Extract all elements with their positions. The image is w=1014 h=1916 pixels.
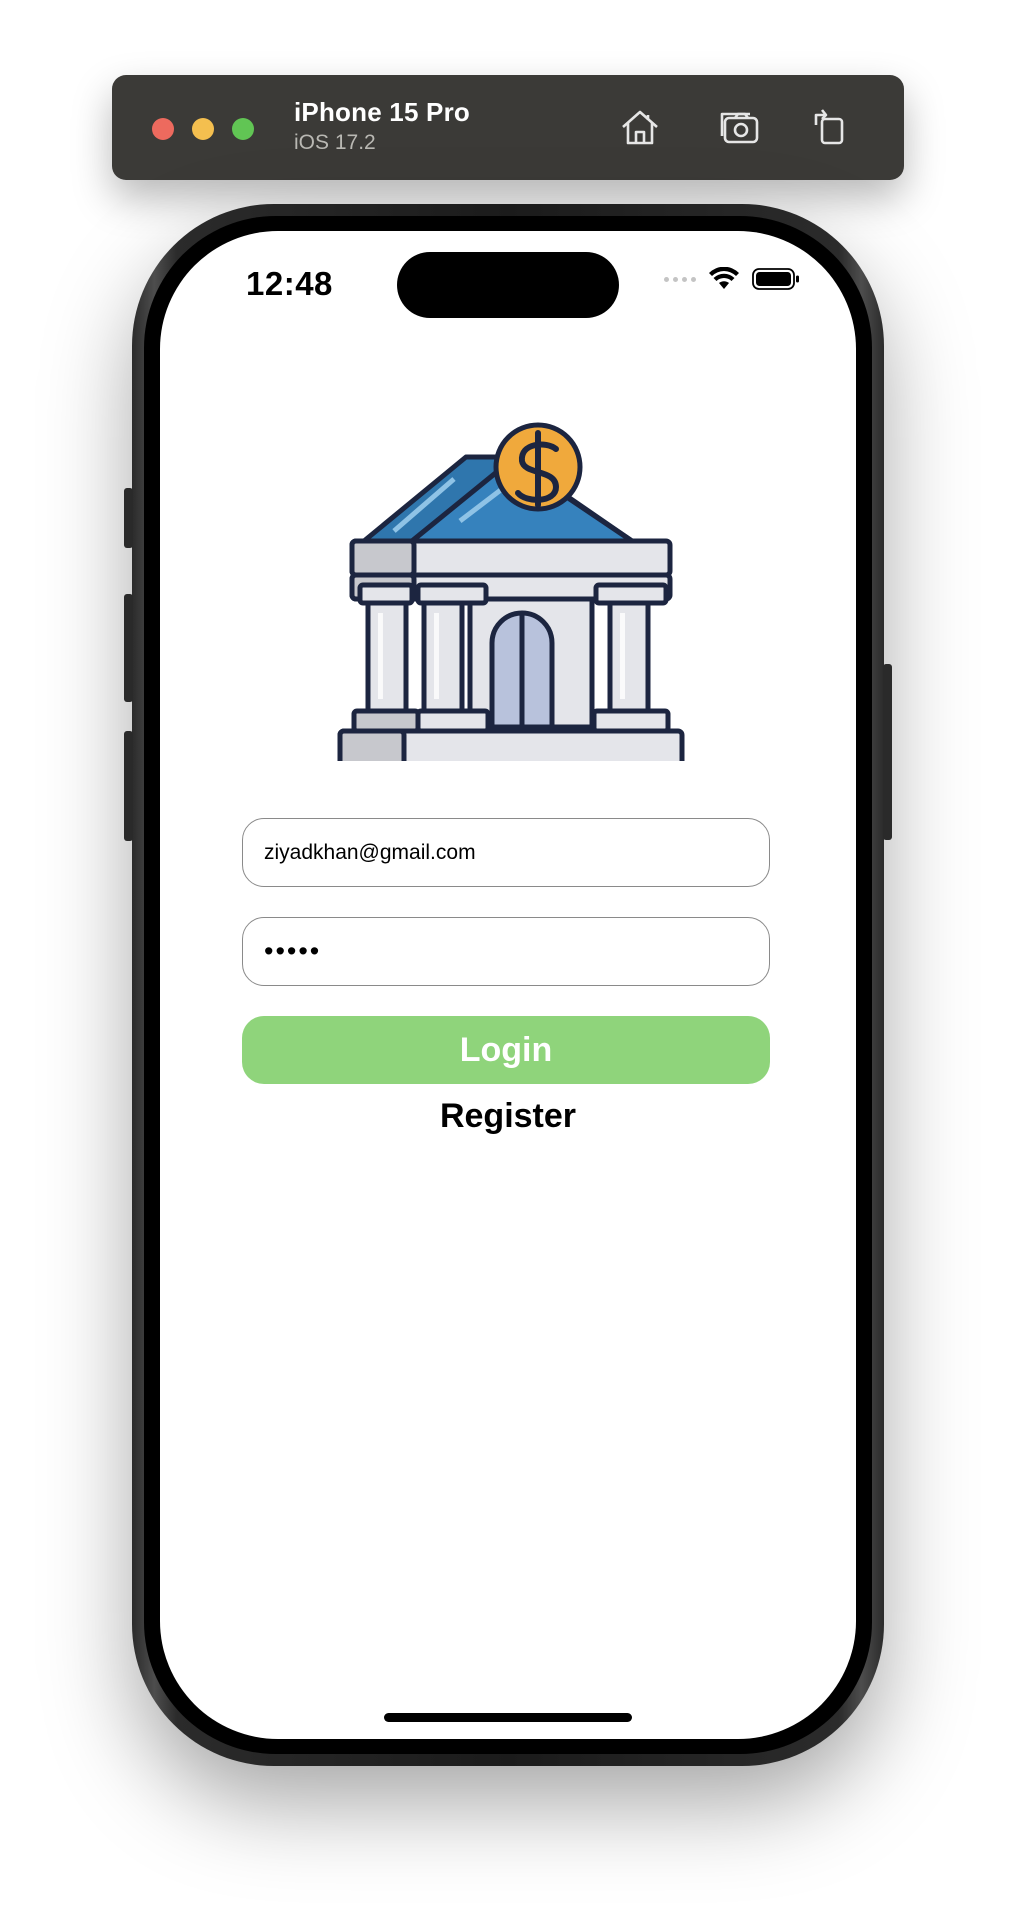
- phone-screen: 12:48 ziyadkhan@gmail.com ••••• Login Re…: [160, 231, 856, 1739]
- status-icons: [664, 267, 800, 291]
- rotate-icon[interactable]: [806, 103, 854, 151]
- screenshot-icon[interactable]: [716, 103, 764, 151]
- email-field[interactable]: ziyadkhan@gmail.com: [242, 818, 770, 887]
- zoom-window-button[interactable]: [232, 118, 254, 140]
- cellular-signal-icon: [664, 276, 696, 282]
- close-window-button[interactable]: [152, 118, 174, 140]
- register-button[interactable]: Register: [160, 1097, 856, 1136]
- wifi-icon: [709, 267, 739, 289]
- bank-dollar-icon: [337, 422, 685, 761]
- volume-up-button[interactable]: [124, 594, 133, 702]
- action-button[interactable]: [124, 488, 133, 548]
- minimize-window-button[interactable]: [192, 118, 214, 140]
- home-indicator[interactable]: [384, 1713, 632, 1722]
- dynamic-island: [397, 252, 619, 318]
- os-version: iOS 17.2: [294, 131, 376, 154]
- simulator-toolbar: iPhone 15 Pro iOS 17.2: [112, 75, 904, 180]
- volume-down-button[interactable]: [124, 731, 133, 841]
- power-button[interactable]: [883, 664, 892, 840]
- battery-icon: [752, 268, 799, 290]
- device-name: iPhone 15 Pro: [294, 97, 470, 127]
- home-icon[interactable]: [616, 103, 664, 151]
- status-time: 12:48: [246, 265, 333, 302]
- password-field[interactable]: •••••: [242, 917, 770, 986]
- login-button[interactable]: Login: [242, 1016, 770, 1084]
